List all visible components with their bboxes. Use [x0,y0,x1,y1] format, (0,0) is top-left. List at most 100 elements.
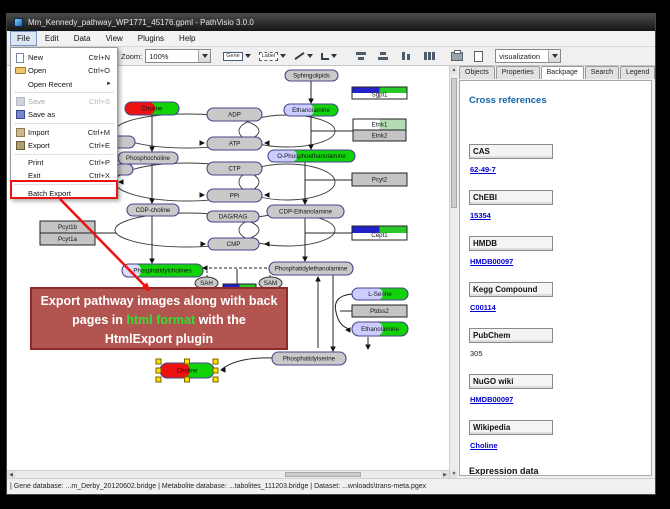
printer-icon [451,52,463,61]
menu-item-label: Save as [28,110,116,119]
menu-shortcut: Ctrl+S [89,97,110,106]
xref-header-chebi: ChEBI [469,190,553,205]
common-width-icon [401,51,413,61]
backpage-content: Cross references CAS62-49-7ChEBI15354HMD… [459,80,652,476]
menu-help[interactable]: Help [172,31,202,46]
page-setup-button[interactable] [471,48,485,64]
menu-edit[interactable]: Edit [38,31,66,46]
file-menu-item-import[interactable]: ImportCtrl+M [12,126,116,139]
align-center-y-icon [377,51,389,61]
titlebar[interactable]: Mm_Kennedy_pathway_WP1771_45176.gpml - P… [7,14,655,31]
menubar: FileEditDataViewPluginsHelp [7,31,655,47]
file-menu-item-batch-export[interactable]: Batch Export [12,187,116,200]
save-icon [16,97,25,106]
chevron-down-icon [245,54,251,58]
xref-value-chebi[interactable]: 15354 [470,211,643,220]
menu-item-label: Open Recent [28,80,106,89]
xref-value-wikipedia[interactable]: Choline [470,441,643,450]
side-panel-tabs: ObjectsPropertiesBackpageSearchLegend [459,66,655,79]
visualization-combo-arrow[interactable] [548,50,560,62]
menu-file[interactable]: File [10,31,37,46]
window-title: Mm_Kennedy_pathway_WP1771_45176.gpml - P… [28,18,254,27]
align-center-x-button[interactable] [353,48,369,64]
tab-backpage[interactable]: Backpage [541,66,584,79]
xref-value-hmdb[interactable]: HMDB00097 [470,257,643,266]
tab-legend[interactable]: Legend [620,66,655,79]
line-tool-button[interactable] [292,48,315,64]
connector-tool-button[interactable] [319,48,339,64]
file-menu-item-exit[interactable]: ExitCtrl+X [12,169,116,182]
file-menu-popup: NewCtrl+NOpenCtrl+OOpen Recent►SaveCtrl+… [10,47,118,199]
zoom-combo-arrow[interactable] [198,50,210,62]
common-height-button[interactable] [421,48,437,64]
export-icon [16,141,25,150]
menu-plugins[interactable]: Plugins [131,31,171,46]
print-button[interactable] [449,48,465,64]
menu-item-label: Print [28,158,89,167]
chevron-down-icon [331,54,337,58]
menu-data[interactable]: Data [67,31,98,46]
xref-header-cas: CAS [469,144,553,159]
gene-tool-button[interactable]: Gene [221,48,252,64]
menu-separator [14,123,114,124]
menu-shortcut: Ctrl+E [89,141,110,150]
xref-value-nugo-wiki[interactable]: HMDB00097 [470,395,643,404]
canvas-horizontal-scrollbar[interactable]: ◀ ▶ [7,470,449,478]
file-menu-item-open[interactable]: OpenCtrl+O [12,64,116,77]
annotation-line3: HtmlExport plugin [32,330,286,349]
saveas-icon [16,110,25,119]
menu-shortcut: Ctrl+N [89,53,110,62]
xref-header-pubchem: PubChem [469,328,553,343]
xref-header-nugo-wiki: NuGO wiki [469,374,553,389]
submenu-arrow-icon: ► [106,81,112,87]
common-width-button[interactable] [399,48,415,64]
align-center-x-icon [355,51,367,61]
menu-item-label: Export [28,141,89,150]
label-node-icon: Label [259,52,278,61]
page-icon [474,51,483,62]
label-tool-button[interactable]: Label [257,48,288,64]
xref-header-kegg-compound: Kegg Compound [469,282,553,297]
xref-value-kegg-compound[interactable]: C00114 [470,303,643,312]
menu-separator [14,154,114,155]
menu-item-label: Batch Export [28,189,116,198]
zoom-value: 100% [149,52,168,61]
menu-item-label: Save [28,97,89,106]
annotation-line1: Export pathway images along with back [32,292,286,311]
menu-item-label: New [28,53,89,62]
zoom-label: Zoom: [121,52,142,61]
menu-shortcut: Ctrl+X [89,171,110,180]
status-text: | Gene database: ...m_Derby_20120602.bri… [10,483,426,490]
file-menu-item-save-as[interactable]: Save as [12,108,116,121]
app-icon [14,18,23,27]
chevron-down-icon [552,54,558,58]
file-menu-item-open-recent[interactable]: Open Recent► [12,78,116,91]
file-menu-item-print[interactable]: PrintCtrl+P [12,156,116,169]
file-menu-item-export[interactable]: ExportCtrl+E [12,139,116,152]
connector-icon [321,53,329,60]
tab-properties[interactable]: Properties [496,66,540,79]
horizontal-scroll-thumb[interactable] [285,472,361,477]
zoom-combo[interactable]: 100% [145,49,211,63]
file-menu-item-new[interactable]: NewCtrl+N [12,51,116,64]
file-menu-item-save: SaveCtrl+S [12,95,116,108]
line-icon [295,52,305,60]
common-height-icon [423,51,435,61]
menu-separator [14,184,114,185]
screen: Mm_Kennedy_pathway_WP1771_45176.gpml - P… [0,0,670,509]
chevron-down-icon [280,54,286,58]
menu-view[interactable]: View [99,31,130,46]
canvas-vertical-scrollbar[interactable]: ▲ ▼ [449,66,457,478]
tab-objects[interactable]: Objects [459,66,495,79]
visualization-combo[interactable]: visualization [495,49,561,63]
statusbar: | Gene database: ...m_Derby_20120602.bri… [7,478,655,493]
gene-node-icon: Gene [223,52,242,61]
xref-header-hmdb: HMDB [469,236,553,251]
annotation-callout: Export pathway images along with back pa… [30,287,288,350]
menu-separator [14,92,114,93]
menu-item-label: Exit [28,171,89,180]
xref-value-cas[interactable]: 62-49-7 [470,165,643,174]
tab-search[interactable]: Search [585,66,619,79]
align-center-y-button[interactable] [375,48,391,64]
chevron-down-icon [307,54,313,58]
